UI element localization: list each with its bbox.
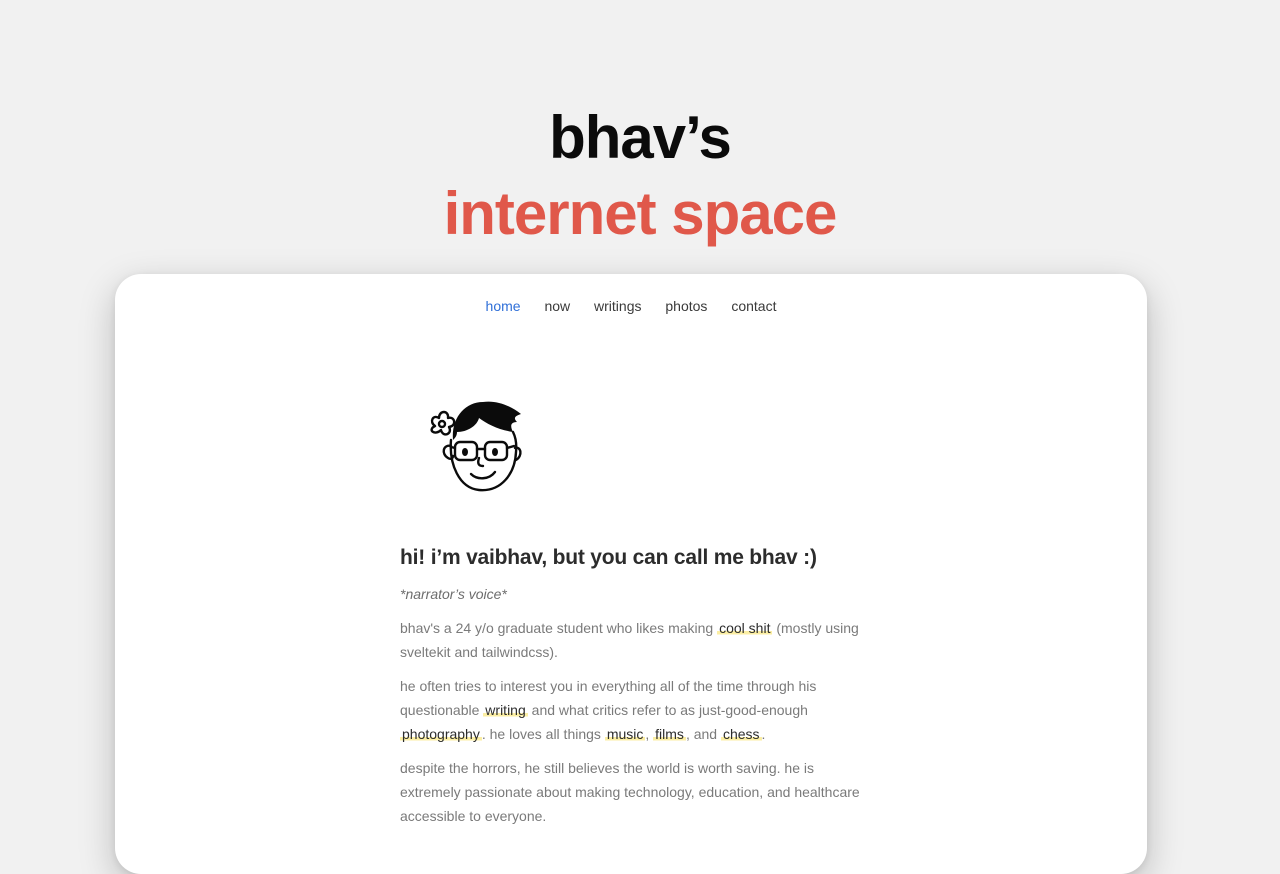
nav-item-home[interactable]: home [486, 298, 521, 314]
p2-text-mid2: . he loves all things [481, 726, 605, 742]
nav-item-contact[interactable]: contact [731, 298, 776, 314]
nav-item-now[interactable]: now [544, 298, 570, 314]
narrator-note: *narrator’s voice* [400, 586, 507, 602]
hero-title-line2: internet space [443, 180, 838, 247]
hero-title-line1: bhav’s [549, 104, 732, 171]
intro-paragraph-3: despite the horrors, he still believes t… [400, 760, 860, 824]
p2-text-mid3: , and [685, 726, 721, 742]
avatar-icon [421, 394, 525, 498]
top-nav: home now writings photos contact [115, 298, 1147, 314]
p1-text-before: bhav's a 24 y/o graduate student who lik… [400, 620, 718, 636]
nav-item-photos[interactable]: photos [665, 298, 707, 314]
intro-section: hi! i’m vaibhav, but you can call me bha… [400, 546, 870, 838]
p2-text-mid1: and what critics refer to as just-good-e… [527, 702, 808, 718]
music-link[interactable]: music [604, 726, 646, 742]
films-link[interactable]: films [653, 726, 686, 742]
intro-heading: hi! i’m vaibhav, but you can call me bha… [400, 546, 817, 569]
intro-paragraph-1: bhav's a 24 y/o graduate student who lik… [400, 616, 870, 664]
p2-text-end: . [761, 726, 766, 742]
intro-paragraph-2: he often tries to interest you in everyt… [400, 674, 870, 746]
writing-link[interactable]: writing [483, 702, 528, 718]
cool-shit-link[interactable]: cool shit [717, 620, 773, 636]
nav-item-writings[interactable]: writings [594, 298, 641, 314]
photography-link[interactable]: photography [400, 726, 482, 742]
website-preview-card: home now writings photos contact hi! i’m… [115, 274, 1147, 874]
chess-link[interactable]: chess [720, 726, 762, 742]
hero-title: bhav’s internet space [0, 100, 1280, 252]
p2-text-comma1: , [645, 726, 654, 742]
